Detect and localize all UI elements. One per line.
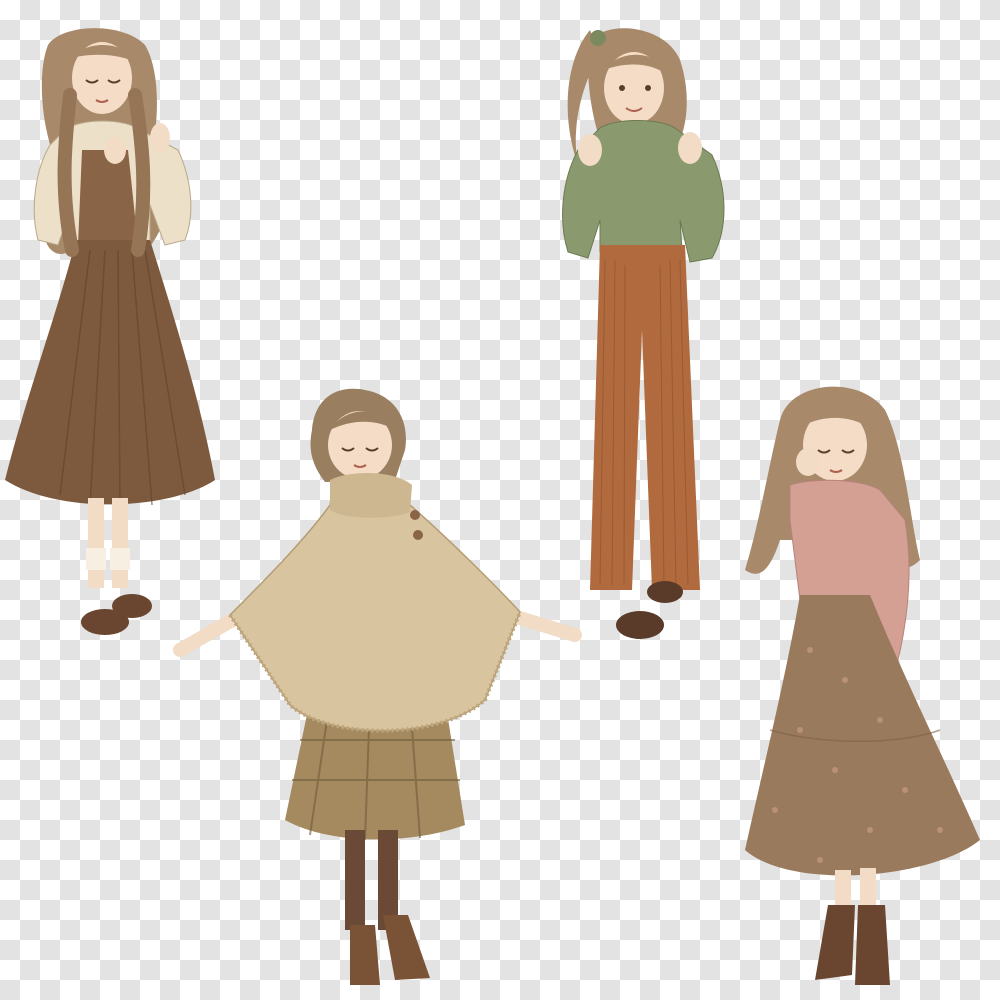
figure-pink-sweater-floral-skirt — [745, 386, 980, 985]
shoe — [112, 594, 152, 618]
figure-poncho-plaid-skirt — [173, 388, 582, 985]
braid — [57, 88, 79, 257]
braid — [128, 88, 151, 257]
figure-ponytail-green-sweater — [562, 28, 725, 639]
shoe — [647, 581, 683, 603]
boot — [815, 905, 855, 980]
skirt — [5, 240, 215, 505]
floral-skirt — [745, 595, 980, 876]
illustration — [5, 28, 980, 985]
tights — [345, 830, 365, 930]
boot — [350, 925, 380, 985]
vest — [78, 150, 138, 245]
leg — [112, 498, 128, 588]
checkerboard-background — [0, 0, 1000, 1000]
leg — [88, 498, 104, 588]
figure-braids-brown-skirt — [5, 28, 215, 635]
shoe — [616, 611, 664, 639]
boot — [855, 905, 890, 985]
boot — [383, 915, 430, 980]
collar — [330, 473, 412, 518]
